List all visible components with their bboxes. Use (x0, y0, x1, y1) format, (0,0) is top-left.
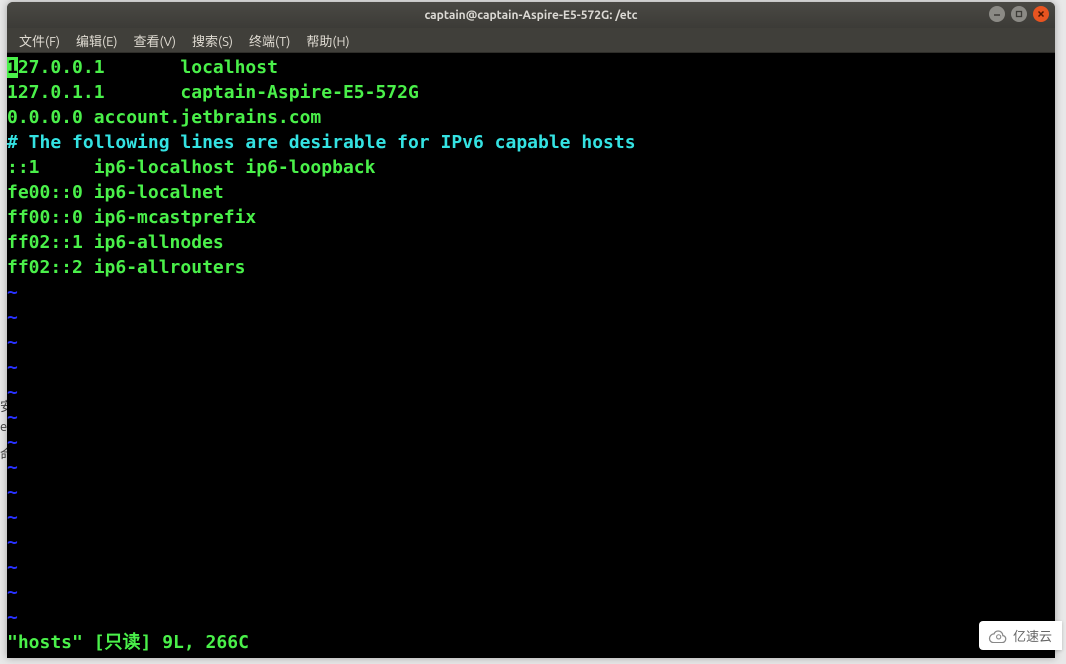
menu-view[interactable]: 查看(V) (126, 28, 184, 53)
cursor: 1 (7, 57, 18, 78)
empty-line-tilde: ~ (7, 405, 1055, 430)
empty-line-tilde: ~ (7, 605, 1055, 630)
empty-line-tilde: ~ (7, 330, 1055, 355)
menu-search[interactable]: 搜索(S) (184, 28, 241, 53)
empty-line-tilde: ~ (7, 280, 1055, 305)
minimize-button[interactable] (989, 6, 1005, 22)
maximize-button[interactable] (1011, 6, 1027, 22)
menubar: 文件(F) 编辑(E) 查看(V) 搜索(S) 终端(T) 帮助(H) (7, 28, 1055, 53)
empty-line-tilde: ~ (7, 305, 1055, 330)
window-controls (989, 6, 1049, 22)
file-line-2: 127.0.1.1 captain-Aspire-E5-572G (7, 80, 1055, 105)
empty-line-tilde: ~ (7, 355, 1055, 380)
empty-line-tilde: ~ (7, 455, 1055, 480)
empty-line-tilde: ~ (7, 530, 1055, 555)
minimize-icon (993, 10, 1001, 18)
empty-line-tilde: ~ (7, 505, 1055, 530)
menu-file[interactable]: 文件(F) (11, 28, 68, 53)
file-line-5: ::1 ip6-localhost ip6-loopback (7, 155, 1055, 180)
empty-line-tilde: ~ (7, 380, 1055, 405)
file-line-4-comment: # The following lines are desirable for … (7, 130, 1055, 155)
maximize-icon (1015, 10, 1023, 18)
empty-line-tilde: ~ (7, 580, 1055, 605)
window-title: captain@captain-Aspire-E5-572G: /etc (424, 9, 637, 22)
menu-terminal[interactable]: 终端(T) (241, 28, 298, 53)
watermark: 亿速云 (979, 621, 1062, 650)
menu-edit[interactable]: 编辑(E) (68, 28, 125, 53)
file-line-8: ff02::1 ip6-allnodes (7, 230, 1055, 255)
empty-line-tilde: ~ (7, 430, 1055, 455)
file-line-7: ff00::0 ip6-mcastprefix (7, 205, 1055, 230)
empty-line-tilde: ~ (7, 480, 1055, 505)
file-line-3: 0.0.0.0 account.jetbrains.com (7, 105, 1055, 130)
terminal-window: captain@captain-Aspire-E5-572G: /etc 文件(… (7, 2, 1055, 658)
file-line-6: fe00::0 ip6-localnet (7, 180, 1055, 205)
close-button[interactable] (1033, 6, 1049, 22)
cloud-icon (987, 629, 1007, 643)
watermark-text: 亿速云 (1013, 626, 1052, 645)
terminal-area[interactable]: 127.0.0.1 localhost 127.0.1.1 captain-As… (7, 53, 1055, 658)
file-line-9: ff02::2 ip6-allrouters (7, 255, 1055, 280)
vim-status-line: "hosts" [只读] 9L, 266C (7, 630, 249, 655)
line-text: 27.0.0.1 localhost (18, 57, 278, 78)
titlebar: captain@captain-Aspire-E5-572G: /etc (7, 2, 1055, 28)
file-line-1: 127.0.0.1 localhost (7, 55, 1055, 80)
empty-line-tilde: ~ (7, 555, 1055, 580)
menu-help[interactable]: 帮助(H) (298, 28, 357, 53)
close-icon (1037, 10, 1045, 18)
